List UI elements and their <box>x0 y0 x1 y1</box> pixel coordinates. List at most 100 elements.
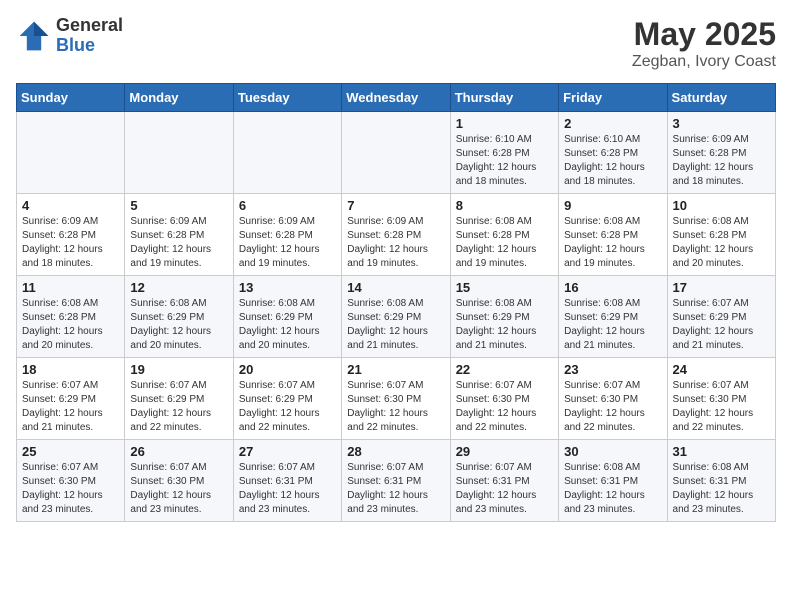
week-row-3: 11Sunrise: 6:08 AM Sunset: 6:28 PM Dayli… <box>17 276 776 358</box>
day-cell <box>125 112 233 194</box>
day-number: 17 <box>673 280 770 295</box>
header-row: SundayMondayTuesdayWednesdayThursdayFrid… <box>17 84 776 112</box>
week-row-5: 25 Sunrise: 6:07 AM Sunset: 6:30 PM Dayli… <box>17 440 776 522</box>
header-day-monday: Monday <box>125 84 233 112</box>
day-cell: 25 Sunrise: 6:07 AM Sunset: 6:30 PM Dayli… <box>17 440 125 522</box>
day-number: 29 <box>456 444 553 459</box>
calendar-body: 1 Sunrise: 6:10 AM Sunset: 6:28 PM Daylig… <box>17 112 776 522</box>
week-row-1: 1 Sunrise: 6:10 AM Sunset: 6:28 PM Daylig… <box>17 112 776 194</box>
day-info: Sunrise: 6:10 AM Sunset: 6:28 PM Dayligh… <box>456 133 553 189</box>
page-header: General Blue May 2025 Zegban, Ivory Coas… <box>16 16 776 71</box>
day-cell: 4 Sunrise: 6:09 AM Sunset: 6:28 PM Daylig… <box>17 194 125 276</box>
location-title: Zegban, Ivory Coast <box>632 53 776 71</box>
week-row-2: 4 Sunrise: 6:09 AM Sunset: 6:28 PM Daylig… <box>17 194 776 276</box>
day-number: 27 <box>239 444 336 459</box>
day-number: 7 <box>347 198 444 213</box>
day-cell: 8Sunrise: 6:08 AM Sunset: 6:28 PM Daylig… <box>450 194 558 276</box>
header-day-thursday: Thursday <box>450 84 558 112</box>
day-cell: 19Sunrise: 6:07 AM Sunset: 6:29 PM Dayli… <box>125 358 233 440</box>
week-row-4: 18 Sunrise: 6:07 AM Sunset: 6:29 PM Dayli… <box>17 358 776 440</box>
header-day-saturday: Saturday <box>667 84 775 112</box>
day-number: 5 <box>130 198 227 213</box>
day-number: 13 <box>239 280 336 295</box>
day-info: Sunrise: 6:08 AM Sunset: 6:29 PM Dayligh… <box>130 297 227 353</box>
day-number: 12 <box>130 280 227 295</box>
day-cell: 22 Sunrise: 6:07 AM Sunset: 6:30 PM Dayli… <box>450 358 558 440</box>
day-number: 26 <box>130 444 227 459</box>
day-number: 4 <box>22 198 119 213</box>
day-cell: 29Sunrise: 6:07 AM Sunset: 6:31 PM Dayli… <box>450 440 558 522</box>
day-cell: 14Sunrise: 6:08 AM Sunset: 6:29 PM Dayli… <box>342 276 450 358</box>
day-number: 11 <box>22 280 119 295</box>
day-number: 14 <box>347 280 444 295</box>
day-number: 16 <box>564 280 661 295</box>
day-cell: 30 Sunrise: 6:08 AM Sunset: 6:31 PM Dayli… <box>559 440 667 522</box>
day-cell: 15 Sunrise: 6:08 AM Sunset: 6:29 PM Dayli… <box>450 276 558 358</box>
header-day-tuesday: Tuesday <box>233 84 341 112</box>
header-day-wednesday: Wednesday <box>342 84 450 112</box>
day-cell: 9 Sunrise: 6:08 AM Sunset: 6:28 PM Daylig… <box>559 194 667 276</box>
day-info: Sunrise: 6:07 AM Sunset: 6:30 PM Dayligh… <box>130 461 227 517</box>
month-title: May 2025 <box>632 16 776 53</box>
day-info: Sunrise: 6:08 AM Sunset: 6:28 PM Dayligh… <box>456 215 553 271</box>
logo-blue: Blue <box>56 36 123 56</box>
day-info: Sunrise: 6:09 AM Sunset: 6:28 PM Dayligh… <box>347 215 444 271</box>
day-cell: 3 Sunrise: 6:09 AM Sunset: 6:28 PM Daylig… <box>667 112 775 194</box>
day-cell: 13 Sunrise: 6:08 AM Sunset: 6:29 PM Dayli… <box>233 276 341 358</box>
day-cell: 21 Sunrise: 6:07 AM Sunset: 6:30 PM Dayli… <box>342 358 450 440</box>
day-number: 15 <box>456 280 553 295</box>
day-number: 3 <box>673 116 770 131</box>
day-number: 31 <box>673 444 770 459</box>
header-day-sunday: Sunday <box>17 84 125 112</box>
day-cell: 10 Sunrise: 6:08 AM Sunset: 6:28 PM Dayli… <box>667 194 775 276</box>
day-number: 28 <box>347 444 444 459</box>
day-cell: 26 Sunrise: 6:07 AM Sunset: 6:30 PM Dayli… <box>125 440 233 522</box>
day-info: Sunrise: 6:08 AM Sunset: 6:29 PM Dayligh… <box>564 297 661 353</box>
day-cell: 27Sunrise: 6:07 AM Sunset: 6:31 PM Dayli… <box>233 440 341 522</box>
header-day-friday: Friday <box>559 84 667 112</box>
day-info: Sunrise: 6:09 AM Sunset: 6:28 PM Dayligh… <box>239 215 336 271</box>
day-number: 24 <box>673 362 770 377</box>
day-info: Sunrise: 6:07 AM Sunset: 6:30 PM Dayligh… <box>22 461 119 517</box>
day-info: Sunrise: 6:07 AM Sunset: 6:29 PM Dayligh… <box>673 297 770 353</box>
day-info: Sunrise: 6:08 AM Sunset: 6:29 PM Dayligh… <box>456 297 553 353</box>
day-cell <box>233 112 341 194</box>
day-number: 18 <box>22 362 119 377</box>
day-info: Sunrise: 6:08 AM Sunset: 6:29 PM Dayligh… <box>239 297 336 353</box>
day-cell: 18 Sunrise: 6:07 AM Sunset: 6:29 PM Dayli… <box>17 358 125 440</box>
day-number: 23 <box>564 362 661 377</box>
day-number: 6 <box>239 198 336 213</box>
day-info: Sunrise: 6:07 AM Sunset: 6:29 PM Dayligh… <box>22 379 119 435</box>
day-number: 25 <box>22 444 119 459</box>
day-number: 1 <box>456 116 553 131</box>
day-info: Sunrise: 6:09 AM Sunset: 6:28 PM Dayligh… <box>673 133 770 189</box>
title-block: May 2025 Zegban, Ivory Coast <box>632 16 776 71</box>
day-info: Sunrise: 6:07 AM Sunset: 6:30 PM Dayligh… <box>564 379 661 435</box>
day-number: 10 <box>673 198 770 213</box>
day-cell: 24Sunrise: 6:07 AM Sunset: 6:30 PM Dayli… <box>667 358 775 440</box>
day-cell: 12 Sunrise: 6:08 AM Sunset: 6:29 PM Dayli… <box>125 276 233 358</box>
day-info: Sunrise: 6:10 AM Sunset: 6:28 PM Dayligh… <box>564 133 661 189</box>
day-number: 9 <box>564 198 661 213</box>
day-info: Sunrise: 6:08 AM Sunset: 6:31 PM Dayligh… <box>673 461 770 517</box>
day-cell: 7 Sunrise: 6:09 AM Sunset: 6:28 PM Daylig… <box>342 194 450 276</box>
logo-text: General Blue <box>56 16 123 56</box>
day-number: 2 <box>564 116 661 131</box>
day-info: Sunrise: 6:09 AM Sunset: 6:28 PM Dayligh… <box>22 215 119 271</box>
day-info: Sunrise: 6:07 AM Sunset: 6:30 PM Dayligh… <box>347 379 444 435</box>
day-info: Sunrise: 6:08 AM Sunset: 6:31 PM Dayligh… <box>564 461 661 517</box>
logo-icon <box>16 18 52 54</box>
day-cell: 5Sunrise: 6:09 AM Sunset: 6:28 PM Daylig… <box>125 194 233 276</box>
day-info: Sunrise: 6:08 AM Sunset: 6:28 PM Dayligh… <box>564 215 661 271</box>
day-number: 30 <box>564 444 661 459</box>
day-info: Sunrise: 6:07 AM Sunset: 6:31 PM Dayligh… <box>347 461 444 517</box>
day-number: 20 <box>239 362 336 377</box>
day-number: 21 <box>347 362 444 377</box>
day-info: Sunrise: 6:07 AM Sunset: 6:30 PM Dayligh… <box>456 379 553 435</box>
day-cell <box>17 112 125 194</box>
day-number: 22 <box>456 362 553 377</box>
day-cell: 11Sunrise: 6:08 AM Sunset: 6:28 PM Dayli… <box>17 276 125 358</box>
calendar-header: SundayMondayTuesdayWednesdayThursdayFrid… <box>17 84 776 112</box>
day-info: Sunrise: 6:08 AM Sunset: 6:28 PM Dayligh… <box>673 215 770 271</box>
logo-general: General <box>56 16 123 36</box>
